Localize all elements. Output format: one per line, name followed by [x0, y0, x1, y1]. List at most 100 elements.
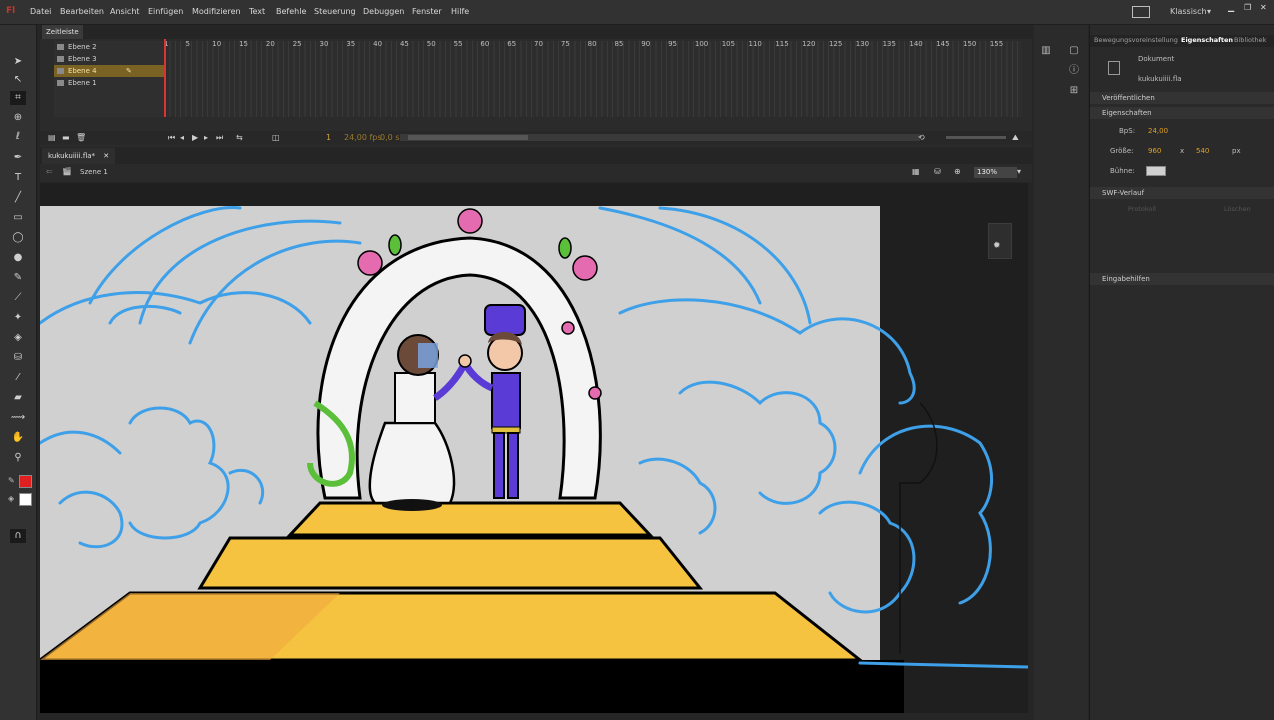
document-tab-label: kukukuiiii.fla*: [48, 152, 96, 160]
info-icon[interactable]: ⓘ: [1068, 65, 1080, 77]
eraser-tool-icon[interactable]: ▰: [10, 391, 26, 405]
next-frame-icon[interactable]: ▸: [204, 133, 208, 142]
menu-hilfe[interactable]: Hilfe: [451, 7, 469, 16]
first-frame-icon[interactable]: ⏮: [168, 133, 175, 143]
play-icon[interactable]: ▶: [192, 133, 198, 142]
pencil-tool-icon[interactable]: ✎: [10, 271, 26, 285]
free-transform-tool-icon[interactable]: ⌗: [10, 91, 26, 105]
3d-rotation-tool-icon[interactable]: ⊕: [10, 111, 26, 125]
edit-scene-icon[interactable]: ▦: [912, 167, 920, 176]
pasteboard[interactable]: ✹: [40, 183, 1028, 713]
fps-value[interactable]: 24,00: [1148, 127, 1168, 135]
transform-icon[interactable]: ⊞: [1068, 85, 1080, 97]
panel-icon[interactable]: ▢: [1068, 45, 1080, 57]
frame-grid[interactable]: [164, 41, 1022, 117]
line-tool-icon[interactable]: ╱: [10, 191, 26, 205]
chevron-down-icon[interactable]: ▾: [1017, 167, 1021, 176]
bone-tool-icon[interactable]: ✦: [10, 311, 26, 325]
fill-color-icon[interactable]: ◈: [8, 494, 16, 503]
tab-motion-presets[interactable]: Bewegungsvoreinstellung: [1094, 36, 1178, 44]
subselection-tool-icon[interactable]: ↖: [10, 73, 26, 87]
hand-tool-icon[interactable]: ✋: [10, 431, 26, 445]
playhead[interactable]: [164, 39, 166, 117]
lasso-tool-icon[interactable]: ℓ: [10, 130, 26, 144]
center-stage-icon[interactable]: ⊕: [954, 167, 961, 176]
snap-magnet-icon[interactable]: ∩: [10, 529, 26, 543]
menu-steuerung[interactable]: Steuerung: [314, 7, 356, 16]
restore-icon[interactable]: ❐: [1244, 3, 1254, 12]
mountain-icon[interactable]: ⛰: [1012, 133, 1019, 143]
paint-icon[interactable]: ✹: [993, 241, 1001, 251]
section-accessibility[interactable]: Eingabehilfen: [1090, 273, 1274, 285]
section-properties[interactable]: Eigenschaften: [1090, 107, 1274, 119]
selection-tool-icon[interactable]: ➤: [10, 55, 26, 69]
close-icon[interactable]: ✕: [1260, 3, 1270, 12]
tab-document[interactable]: kukukuiiii.fla* ✕: [42, 148, 116, 164]
menu-einfuegen[interactable]: Einfügen: [148, 7, 183, 16]
menu-fenster[interactable]: Fenster: [412, 7, 442, 16]
prev-frame-icon[interactable]: ◂: [180, 133, 184, 142]
stage-color-swatch[interactable]: [1146, 166, 1166, 176]
fill-color-swatch[interactable]: [19, 493, 32, 506]
tab-library[interactable]: Bibliothek: [1234, 36, 1266, 44]
log-button[interactable]: Protokoll: [1128, 205, 1156, 213]
menu-bearbeiten[interactable]: Bearbeiten: [60, 7, 104, 16]
tab-properties[interactable]: Eigenschaften: [1181, 36, 1233, 44]
back-arrow-icon[interactable]: ⇐: [46, 167, 53, 176]
section-publish[interactable]: Veröffentlichen: [1090, 92, 1274, 104]
layer-row[interactable]: Ebene 3: [54, 53, 164, 65]
bride-figure: [368, 334, 456, 511]
height-value[interactable]: 540: [1196, 147, 1209, 155]
timeline-scrollbar[interactable]: [400, 134, 920, 141]
chevron-down-icon[interactable]: ▾: [1207, 7, 1211, 16]
paint-bucket-icon[interactable]: ◈: [10, 331, 26, 345]
pen-tool-icon[interactable]: ✒: [10, 151, 26, 165]
new-layer-icon[interactable]: ▤: [48, 133, 56, 142]
menu-debuggen[interactable]: Debuggen: [363, 7, 404, 16]
timeline-zoom-slider[interactable]: [946, 136, 1006, 139]
sync-icon[interactable]: [1132, 6, 1150, 18]
ruler-tick-label: 100: [694, 40, 709, 48]
stroke-color-icon[interactable]: ✎: [8, 476, 16, 485]
menu-ansicht[interactable]: Ansicht: [110, 7, 140, 16]
layer-row-selected[interactable]: Ebene 4 ✎: [54, 65, 164, 77]
edit-symbols-icon[interactable]: ⛁: [934, 167, 941, 176]
onion-skin-icon[interactable]: ◫: [272, 133, 280, 142]
timeline-panel: Zeitleiste ◉ 🔒︎ ▯ Ebene 2 Ebene 3 Ebene …: [40, 25, 1032, 147]
section-swf-history[interactable]: SWF-Verlauf: [1090, 187, 1274, 199]
oval-tool-icon[interactable]: ◯: [10, 231, 26, 245]
center-frame-icon[interactable]: ⟲: [918, 133, 925, 142]
polystar-tool-icon[interactable]: ●: [10, 251, 26, 265]
close-tab-icon[interactable]: ✕: [103, 152, 109, 160]
scroll-thumb[interactable]: [408, 135, 528, 140]
clear-button[interactable]: Löschen: [1224, 205, 1251, 213]
current-frame: 1: [326, 133, 332, 142]
tab-timeline[interactable]: Zeitleiste: [42, 25, 83, 39]
width-value[interactable]: 960: [1148, 147, 1161, 155]
ruler-tick-label: 55: [453, 40, 463, 48]
eyedropper-icon[interactable]: ⁄: [10, 371, 26, 385]
frame-ruler[interactable]: 1 5 10 15 20 25 30 35 40 45 50 55 60 65 70 75 80 85 90 95 10…: [164, 39, 1022, 51]
ink-bottle-icon[interactable]: ⛁: [10, 351, 26, 365]
workspace-switcher[interactable]: Klassisch: [1170, 7, 1207, 16]
delete-layer-icon[interactable]: 🗑︎: [76, 133, 86, 142]
layer-row[interactable]: Ebene 1: [54, 77, 164, 89]
minimize-icon[interactable]: ▁: [1228, 3, 1238, 12]
rectangle-tool-icon[interactable]: ▭: [10, 211, 26, 225]
menu-datei[interactable]: Datei: [30, 7, 51, 16]
align-icon[interactable]: ▥: [1040, 45, 1052, 57]
zoom-select[interactable]: 130%: [974, 167, 1017, 178]
menu-modifizieren[interactable]: Modifizieren: [192, 7, 241, 16]
menu-befehle[interactable]: Befehle: [276, 7, 306, 16]
loop-icon[interactable]: ⇆: [236, 133, 243, 142]
last-frame-icon[interactable]: ⏭: [216, 133, 223, 143]
width-tool-icon[interactable]: ⟿: [10, 411, 26, 425]
text-tool-icon[interactable]: T: [10, 171, 26, 185]
stage-artwork[interactable]: [40, 183, 1028, 713]
brush-tool-icon[interactable]: ⟋: [10, 291, 26, 305]
menu-text[interactable]: Text: [249, 7, 265, 16]
zoom-tool-icon[interactable]: ⚲: [10, 451, 26, 465]
layer-row[interactable]: Ebene 2: [54, 41, 164, 53]
stroke-color-swatch[interactable]: [19, 475, 32, 488]
new-folder-icon[interactable]: ▬: [62, 133, 70, 142]
